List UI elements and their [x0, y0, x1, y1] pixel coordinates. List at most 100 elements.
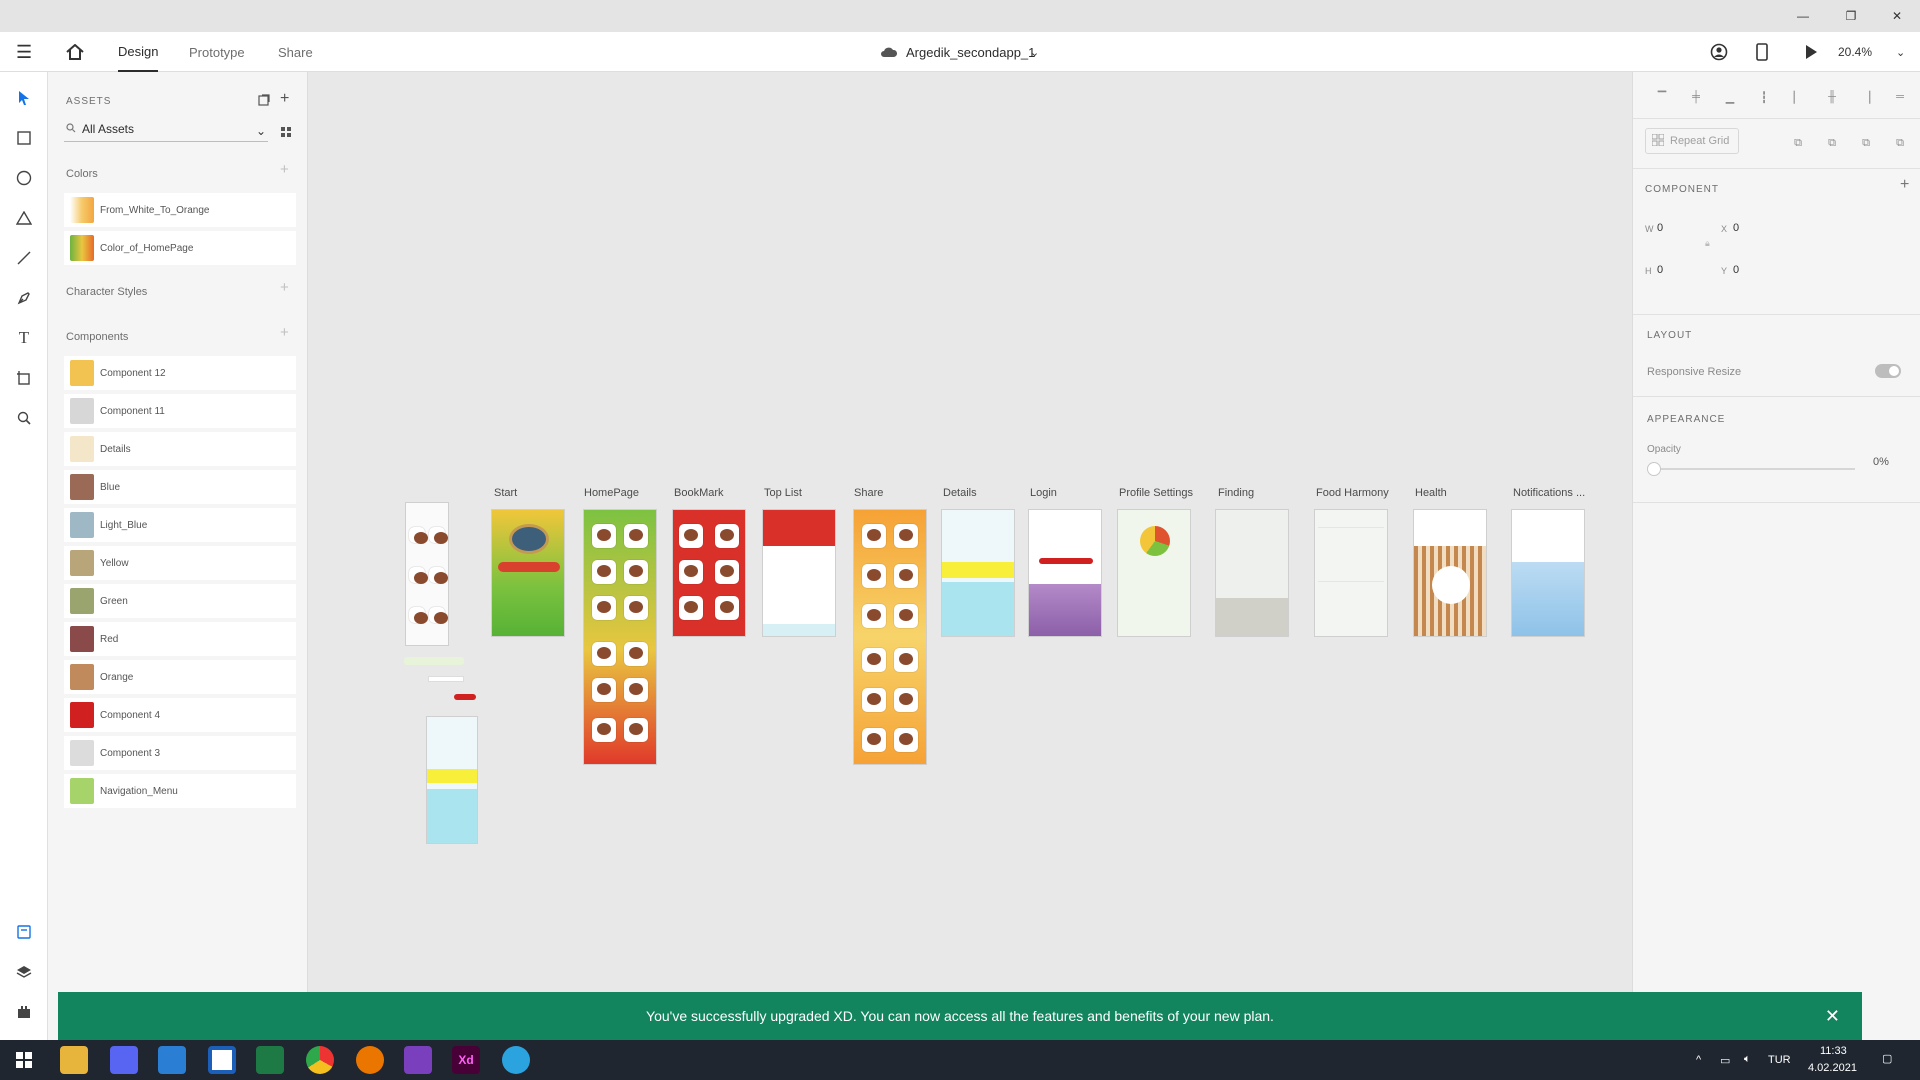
layers-icon[interactable] [12, 960, 36, 984]
align-middle-icon[interactable]: ╪ [1687, 88, 1705, 106]
artboard-label-homepage[interactable]: HomePage [584, 487, 639, 499]
add-color-icon[interactable]: + [280, 161, 289, 178]
component-asset-row[interactable]: Navigation_Menu [64, 774, 296, 808]
assets-search[interactable]: All Assets [64, 116, 268, 142]
artboard-health[interactable] [1413, 509, 1487, 637]
artboard-label-toplist[interactable]: Top List [764, 487, 802, 499]
color-asset-row[interactable]: Color_of_HomePage [64, 231, 296, 265]
design-canvas[interactable]: Start HomePage BookMark Top List Share D… [308, 72, 1632, 1040]
boolean-intersect-icon[interactable]: ⧉ [1857, 134, 1875, 152]
ellipse-tool-icon[interactable] [12, 166, 36, 190]
opacity-slider-track[interactable] [1659, 468, 1855, 470]
word-icon[interactable] [208, 1046, 236, 1074]
width-field[interactable]: 0 [1657, 222, 1663, 234]
add-component-icon[interactable]: + [280, 324, 289, 341]
close-window-button[interactable]: ✕ [1874, 0, 1920, 32]
component-asset-row[interactable]: Component 11 [64, 394, 296, 428]
color-asset-row[interactable]: From_White_To_Orange [64, 193, 296, 227]
add-character-style-icon[interactable]: + [280, 279, 289, 296]
artboard-homepage[interactable] [583, 509, 657, 765]
component-asset-row[interactable]: Light_Blue [64, 508, 296, 542]
artboard-start[interactable] [491, 509, 565, 637]
notifications-icon[interactable]: ▢ [1882, 1052, 1892, 1065]
component-asset-row[interactable]: Details [64, 432, 296, 466]
visual-studio-icon[interactable] [404, 1046, 432, 1074]
navigation-menu-component[interactable] [404, 657, 464, 665]
artboard-label-notifications[interactable]: Notifications ... [1513, 487, 1585, 499]
distribute-horizontal-icon[interactable]: ═ [1891, 88, 1909, 106]
artboard-label-bookmark[interactable]: BookMark [674, 487, 724, 499]
artboard-finding[interactable] [1215, 509, 1289, 637]
mail-icon[interactable] [158, 1046, 186, 1074]
y-field[interactable]: 0 [1733, 264, 1739, 276]
x-field[interactable]: 0 [1733, 222, 1739, 234]
artboard-label-health[interactable]: Health [1415, 487, 1447, 499]
artboard-share[interactable] [853, 509, 927, 765]
boolean-subtract-icon[interactable]: ⧉ [1823, 134, 1841, 152]
zoom-tool-icon[interactable] [12, 406, 36, 430]
repeat-grid-button[interactable]: Repeat Grid [1645, 128, 1739, 154]
text-tool-icon[interactable]: T [12, 326, 36, 350]
component-asset-row[interactable]: Component 3 [64, 736, 296, 770]
chrome-icon[interactable] [306, 1046, 334, 1074]
responsive-resize-toggle[interactable] [1875, 364, 1901, 378]
select-tool-icon[interactable] [12, 86, 36, 110]
home-icon[interactable] [66, 32, 84, 72]
discord-icon[interactable] [110, 1046, 138, 1074]
lock-aspect-icon[interactable]: 🔒︎ [1705, 238, 1710, 249]
artboard-label-details[interactable]: Details [943, 487, 977, 499]
align-bottom-icon[interactable]: ▁ [1721, 88, 1739, 106]
component-asset-row[interactable]: Yellow [64, 546, 296, 580]
telegram-icon[interactable] [502, 1046, 530, 1074]
excel-icon[interactable] [256, 1046, 284, 1074]
red-ribbon-component[interactable] [454, 694, 476, 700]
artboard-login[interactable] [1028, 509, 1102, 637]
boolean-exclude-icon[interactable]: ⧉ [1891, 134, 1909, 152]
component-asset-row[interactable]: Red [64, 622, 296, 656]
artboard-label-finding[interactable]: Finding [1218, 487, 1254, 499]
grid-view-icon[interactable] [281, 124, 291, 142]
opacity-value[interactable]: 0% [1873, 456, 1889, 468]
network-icon[interactable]: ▭ [1720, 1054, 1730, 1067]
share-user-icon[interactable] [1710, 32, 1728, 72]
hamburger-menu-icon[interactable]: ☰ [16, 32, 32, 72]
distribute-vertical-icon[interactable]: ┇ [1755, 88, 1773, 106]
artboard-label-login[interactable]: Login [1030, 487, 1057, 499]
artboard-label-profile-settings[interactable]: Profile Settings [1119, 487, 1193, 499]
open-library-icon[interactable] [258, 94, 270, 109]
volume-icon[interactable]: 🔈︎ [1744, 1053, 1751, 1066]
zoom-level[interactable]: 20.4% [1838, 32, 1872, 72]
adobe-xd-icon[interactable]: Xd [452, 1046, 480, 1074]
add-component-state-icon[interactable]: + [1900, 176, 1909, 194]
artboard-details[interactable] [941, 509, 1015, 637]
artboard-label-share[interactable]: Share [854, 487, 883, 499]
align-right-icon[interactable]: ▕ [1857, 88, 1875, 106]
component-board[interactable] [405, 502, 449, 646]
artboard-notifications[interactable] [1511, 509, 1585, 637]
chevron-down-icon[interactable]: ⌄ [1030, 32, 1039, 72]
filter-chevron-icon[interactable]: ⌄ [256, 124, 266, 138]
align-left-icon[interactable]: ▏ [1789, 88, 1807, 106]
file-explorer-icon[interactable] [60, 1046, 88, 1074]
add-asset-icon[interactable]: + [280, 90, 289, 108]
align-center-icon[interactable]: ╫ [1823, 88, 1841, 106]
clock-time[interactable]: 11:33 [1820, 1045, 1847, 1057]
artboard-label-start[interactable]: Start [494, 487, 517, 499]
artboard-toplist[interactable] [762, 509, 836, 637]
pen-tool-icon[interactable] [12, 286, 36, 310]
opacity-slider-handle[interactable] [1647, 462, 1661, 476]
component-asset-row[interactable]: Component 12 [64, 356, 296, 390]
list-row-component[interactable] [428, 676, 464, 682]
height-field[interactable]: 0 [1657, 264, 1663, 276]
component-asset-row[interactable]: Green [64, 584, 296, 618]
plugins-icon[interactable] [12, 1000, 36, 1024]
tray-chevron-icon[interactable]: ^ [1696, 1054, 1701, 1066]
clock-date[interactable]: 4.02.2021 [1808, 1062, 1857, 1074]
windows-start-icon[interactable] [10, 1046, 38, 1074]
input-language[interactable]: TUR [1768, 1054, 1791, 1066]
boolean-add-icon[interactable]: ⧉ [1789, 134, 1807, 152]
line-tool-icon[interactable] [12, 246, 36, 270]
tab-prototype[interactable]: Prototype [189, 32, 245, 72]
device-preview-icon[interactable] [1756, 32, 1768, 72]
artboard-bookmark[interactable] [672, 509, 746, 637]
